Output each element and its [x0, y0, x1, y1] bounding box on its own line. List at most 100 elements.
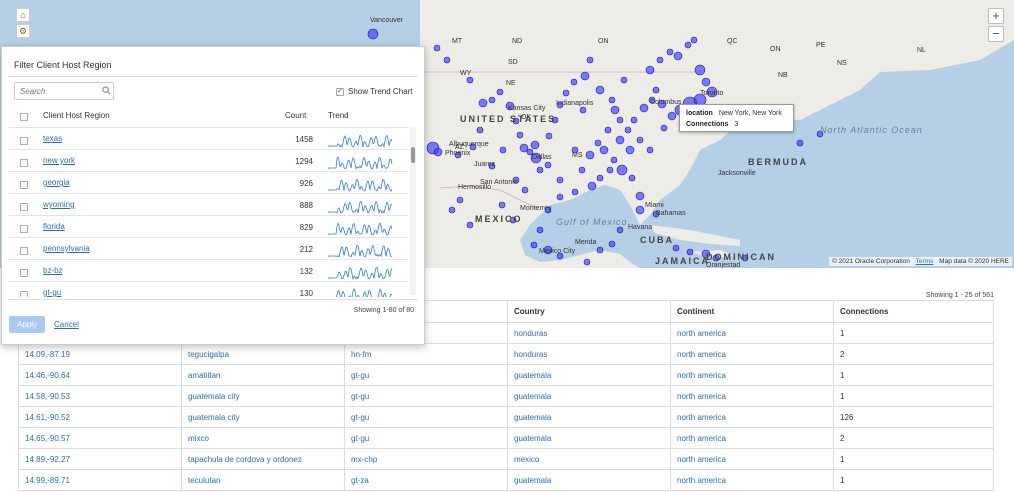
connection-point[interactable] — [587, 181, 597, 191]
connection-point[interactable] — [496, 88, 504, 96]
connection-point[interactable] — [579, 106, 587, 114]
show-trend-checkbox[interactable] — [336, 86, 344, 96]
cell-region[interactable]: mx-chp — [344, 448, 508, 470]
cell-continent[interactable]: north america — [670, 469, 834, 491]
connection-point[interactable] — [604, 126, 612, 134]
cancel-link[interactable]: Cancel — [54, 320, 79, 329]
connection-point[interactable] — [610, 105, 620, 115]
connection-point[interactable] — [570, 78, 578, 86]
cell-country[interactable]: mexico — [507, 448, 671, 470]
cell-city[interactable]: tapachula de cordova y ordonez — [181, 448, 345, 470]
cell-city[interactable]: guatemala city — [181, 385, 345, 407]
connection-point[interactable] — [672, 244, 680, 252]
table-row[interactable]: 14.65,-90.57 mixco gt-gu guatemala north ame… — [18, 427, 994, 449]
cell-city[interactable]: teculutan — [181, 469, 345, 491]
cell-region[interactable]: gt-gu — [344, 427, 508, 449]
cell-region[interactable]: gt-za — [344, 469, 508, 491]
connection-point[interactable] — [433, 147, 443, 157]
connection-point[interactable] — [694, 64, 706, 76]
region-row[interactable]: florida 829 — [8, 215, 408, 237]
connection-point[interactable] — [635, 205, 645, 215]
connection-point[interactable] — [690, 36, 698, 44]
connection-point[interactable] — [443, 56, 451, 64]
connection-point[interactable] — [596, 246, 604, 254]
connection-point[interactable] — [635, 191, 645, 201]
cell-coords[interactable]: 14.61,-90.52 — [18, 406, 182, 428]
connection-point[interactable] — [556, 193, 564, 201]
connection-point[interactable] — [433, 44, 441, 52]
cell-country[interactable]: honduras — [507, 343, 671, 365]
show-trend-toggle[interactable]: Show Trend Chart — [336, 86, 412, 96]
connection-point[interactable] — [466, 221, 474, 229]
connection-point[interactable] — [583, 258, 591, 266]
region-link[interactable]: wyoming — [43, 200, 75, 209]
table-row[interactable]: 14.89,-92.27 tapachula de cordova y ordon… — [18, 448, 994, 470]
scrollbar-thumb[interactable] — [411, 147, 415, 163]
region-row[interactable]: pennsylvania 212 — [8, 237, 408, 259]
col-header-country[interactable]: Country — [507, 300, 671, 323]
connection-point[interactable] — [586, 56, 594, 64]
zoom-out-button[interactable]: − — [988, 26, 1004, 42]
region-link[interactable]: texas — [43, 134, 62, 143]
connection-point[interactable] — [595, 85, 605, 95]
table-row[interactable]: 14.99,-89.71 teculutan gt-za guatemala north… — [18, 469, 994, 491]
table-row[interactable]: 14.09,-87.19 tegucigalpa hn-fm honduras nort… — [18, 343, 994, 365]
connection-point[interactable] — [516, 131, 524, 139]
connection-point[interactable] — [624, 126, 632, 134]
connection-point[interactable] — [578, 166, 586, 174]
region-row[interactable]: georgia 926 — [8, 171, 408, 193]
connection-point[interactable] — [556, 176, 564, 184]
settings-icon[interactable]: ⚙ — [16, 24, 30, 38]
cell-continent[interactable]: north america — [670, 343, 834, 365]
region-row[interactable]: gt-gu 130 — [8, 281, 408, 297]
cell-country[interactable]: guatemala — [507, 385, 671, 407]
connection-point[interactable] — [630, 116, 638, 124]
connection-point[interactable] — [488, 96, 496, 104]
connection-point[interactable] — [448, 206, 456, 214]
cell-region[interactable]: gt-gu — [344, 364, 508, 386]
connection-point[interactable] — [499, 146, 507, 154]
connection-point[interactable] — [585, 150, 595, 160]
connection-point[interactable] — [498, 201, 506, 209]
search-input[interactable] — [14, 82, 114, 100]
cell-region[interactable]: gt-gu — [344, 406, 508, 428]
home-icon[interactable]: ⌂ — [16, 8, 30, 22]
cell-country[interactable]: guatemala — [507, 427, 671, 449]
connection-point[interactable] — [476, 126, 484, 134]
cell-city[interactable]: amatitlan — [181, 364, 345, 386]
cell-coords[interactable]: 14.46,-90.64 — [18, 364, 182, 386]
region-link[interactable]: new york — [43, 156, 75, 165]
connection-point[interactable] — [616, 164, 628, 176]
connection-point[interactable] — [645, 65, 655, 75]
region-checkbox[interactable] — [20, 181, 28, 189]
connection-point[interactable] — [616, 116, 624, 124]
connection-point[interactable] — [628, 174, 636, 182]
region-checkbox[interactable] — [20, 203, 28, 211]
cell-continent[interactable]: north america — [670, 448, 834, 470]
region-row[interactable]: bz-bz 132 — [8, 259, 408, 281]
connection-point[interactable] — [580, 71, 590, 81]
cell-coords[interactable]: 14.65,-90.57 — [18, 427, 182, 449]
cell-continent[interactable]: north america — [670, 385, 834, 407]
cell-region[interactable]: hn-fm — [344, 343, 508, 365]
cell-country[interactable]: guatemala — [507, 406, 671, 428]
connection-point[interactable] — [466, 76, 474, 84]
cell-city[interactable]: mixco — [181, 427, 345, 449]
region-list[interactable]: texas 1458 new york 1294 georgia 926 wyoming 88… — [8, 127, 408, 297]
region-link[interactable]: georgia — [43, 178, 70, 187]
cell-country[interactable]: guatemala — [507, 364, 671, 386]
connection-point[interactable] — [615, 135, 625, 145]
terms-link[interactable]: Terms — [916, 258, 934, 265]
connection-point[interactable] — [571, 188, 579, 196]
connection-point[interactable] — [521, 186, 529, 194]
region-link[interactable]: pennsylvania — [43, 244, 90, 253]
connection-point[interactable] — [536, 226, 544, 234]
connection-point[interactable] — [530, 241, 538, 249]
cell-continent[interactable]: north america — [670, 364, 834, 386]
region-checkbox[interactable] — [20, 269, 28, 277]
connection-point[interactable] — [608, 96, 616, 104]
connection-point[interactable] — [616, 226, 624, 234]
connection-point[interactable] — [684, 41, 692, 49]
connection-point[interactable] — [796, 139, 804, 147]
connection-point[interactable] — [656, 56, 664, 64]
